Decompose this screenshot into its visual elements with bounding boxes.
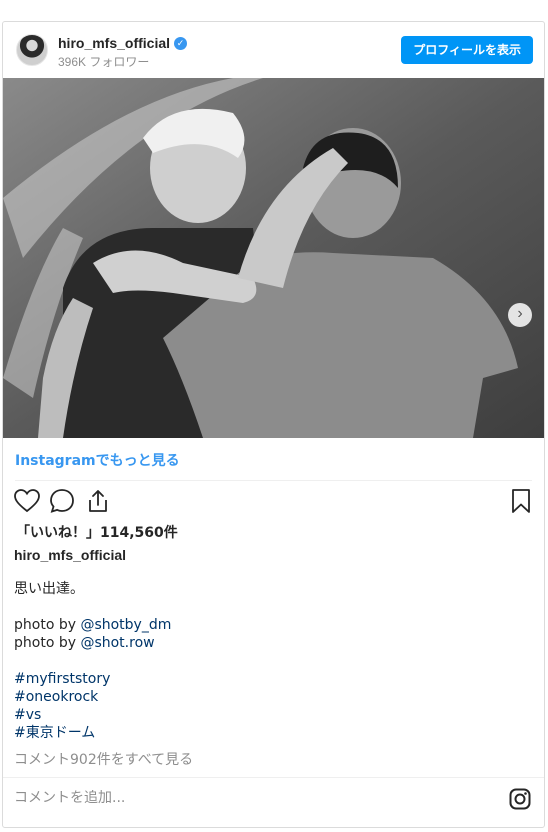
post-photo[interactable]: › [3, 78, 544, 438]
verified-badge-icon: ✓ [174, 36, 188, 50]
caption-text-line: 思い出達。 [14, 581, 84, 597]
bookmark-icon[interactable] [508, 488, 534, 514]
hashtag-link[interactable]: #vs [14, 707, 41, 723]
instagram-icon[interactable] [509, 788, 531, 810]
view-all-comments-link[interactable]: コメント902件をすべて見る [14, 749, 193, 769]
next-photo-button[interactable]: › [508, 303, 532, 327]
photo-credit-line: photo by @shot.row [14, 634, 171, 652]
share-icon[interactable] [85, 488, 111, 514]
mention-link[interactable]: @shot.row [80, 635, 154, 651]
follower-count: 396K フォロワー [58, 55, 150, 69]
add-comment-input[interactable] [14, 790, 474, 806]
photo-credit-prefix: photo by [14, 635, 81, 651]
photo-credit-line: photo by @shotby_dm [14, 616, 171, 634]
mention-link[interactable]: @shotby_dm [80, 617, 171, 633]
view-profile-button[interactable]: プロフィールを表示 [401, 36, 533, 64]
hashtag-link[interactable]: #東京ドーム [14, 725, 95, 741]
username[interactable]: hiro_mfs_official [58, 35, 170, 51]
instagram-embed-card: hiro_mfs_official ✓ 396K フォロワー プロフィールを表示 [2, 21, 545, 828]
comment-icon[interactable] [49, 488, 75, 514]
photo-credit-prefix: photo by [14, 617, 81, 633]
divider [3, 777, 544, 778]
post-header: hiro_mfs_official ✓ 396K フォロワー プロフィールを表示 [3, 22, 544, 78]
photo-illustration [3, 78, 544, 438]
action-bar [3, 488, 544, 518]
divider [15, 480, 532, 481]
like-count[interactable]: 「いいね！」114,560件 [16, 522, 178, 542]
heart-icon[interactable] [14, 488, 40, 514]
caption-username[interactable]: hiro_mfs_official [14, 547, 126, 563]
view-more-on-instagram-link[interactable]: Instagramでもっと見る [15, 450, 180, 470]
post-caption: 思い出達。 photo by @shotby_dm photo by @shot… [14, 580, 171, 742]
username-row[interactable]: hiro_mfs_official ✓ [58, 35, 188, 51]
hashtag-link[interactable]: #myfirststory [14, 671, 110, 687]
avatar[interactable] [16, 34, 48, 66]
hashtag-link[interactable]: #oneokrock [14, 689, 98, 705]
